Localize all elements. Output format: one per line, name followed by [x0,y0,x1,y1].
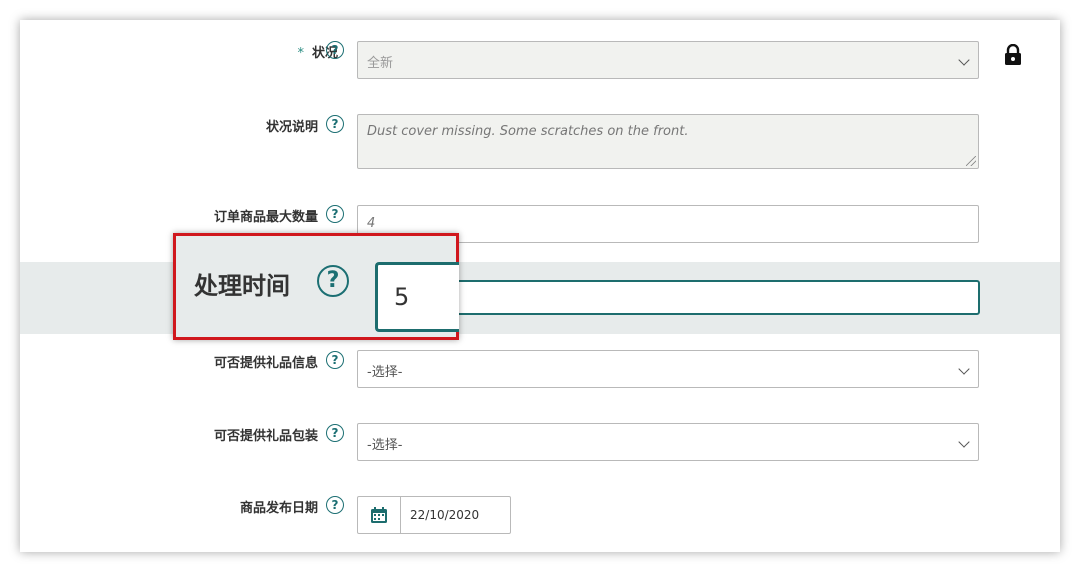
handling-time-input[interactable] [390,280,980,315]
resize-handle[interactable] [966,156,976,166]
handling-time-input-zoom[interactable]: 5 [375,262,459,332]
handling-time-help-icon[interactable]: ? [317,265,349,297]
gift-message-help-icon[interactable]: ? [326,351,344,369]
release-date-label: 商品发布日期 [239,501,318,516]
required-mark: * [297,46,304,61]
screenshot-frame: * 状况 ? 全新 状况说明 ? Dust cover missing. Some… [20,20,1060,552]
condition-note-value: Dust cover missing. Some scratches on th… [367,124,689,139]
max-order-qty-label: 订单商品最大数量 [213,210,318,225]
condition-note-label: 状况说明 [265,120,318,135]
chevron-down-icon [958,54,970,66]
chevron-down-icon [958,436,970,448]
release-date-value: 22/10/2020 [410,508,480,522]
handling-time-label: 处理时间 [194,272,290,300]
lock-icon [1005,44,1021,65]
gift-message-value: -选择- [367,365,403,380]
chevron-down-icon [958,363,970,375]
handling-time-value: 5 [394,283,410,311]
condition-help-icon[interactable]: ? [326,41,344,59]
calendar-button[interactable] [358,497,401,533]
condition-select[interactable]: 全新 [357,41,979,79]
max-order-qty-help-icon[interactable]: ? [326,205,344,223]
release-date-picker[interactable]: 22/10/2020 [357,496,511,534]
condition-value: 全新 [367,56,394,71]
gift-wrap-select[interactable]: -选择- [357,423,979,461]
gift-wrap-help-icon[interactable]: ? [326,424,344,442]
gift-wrap-label: 可否提供礼品包装 [213,429,318,444]
calendar-icon [371,507,387,523]
gift-wrap-value: -选择- [367,438,403,453]
max-order-qty-value: 4 [367,216,376,231]
condition-note-help-icon[interactable]: ? [326,115,344,133]
zoom-callout: 处理时间 ? 5 [173,233,459,340]
release-date-help-icon[interactable]: ? [326,496,344,514]
gift-message-select[interactable]: -选择- [357,350,979,388]
gift-message-label: 可否提供礼品信息 [213,356,318,371]
condition-note-textarea[interactable]: Dust cover missing. Some scratches on th… [357,114,979,169]
